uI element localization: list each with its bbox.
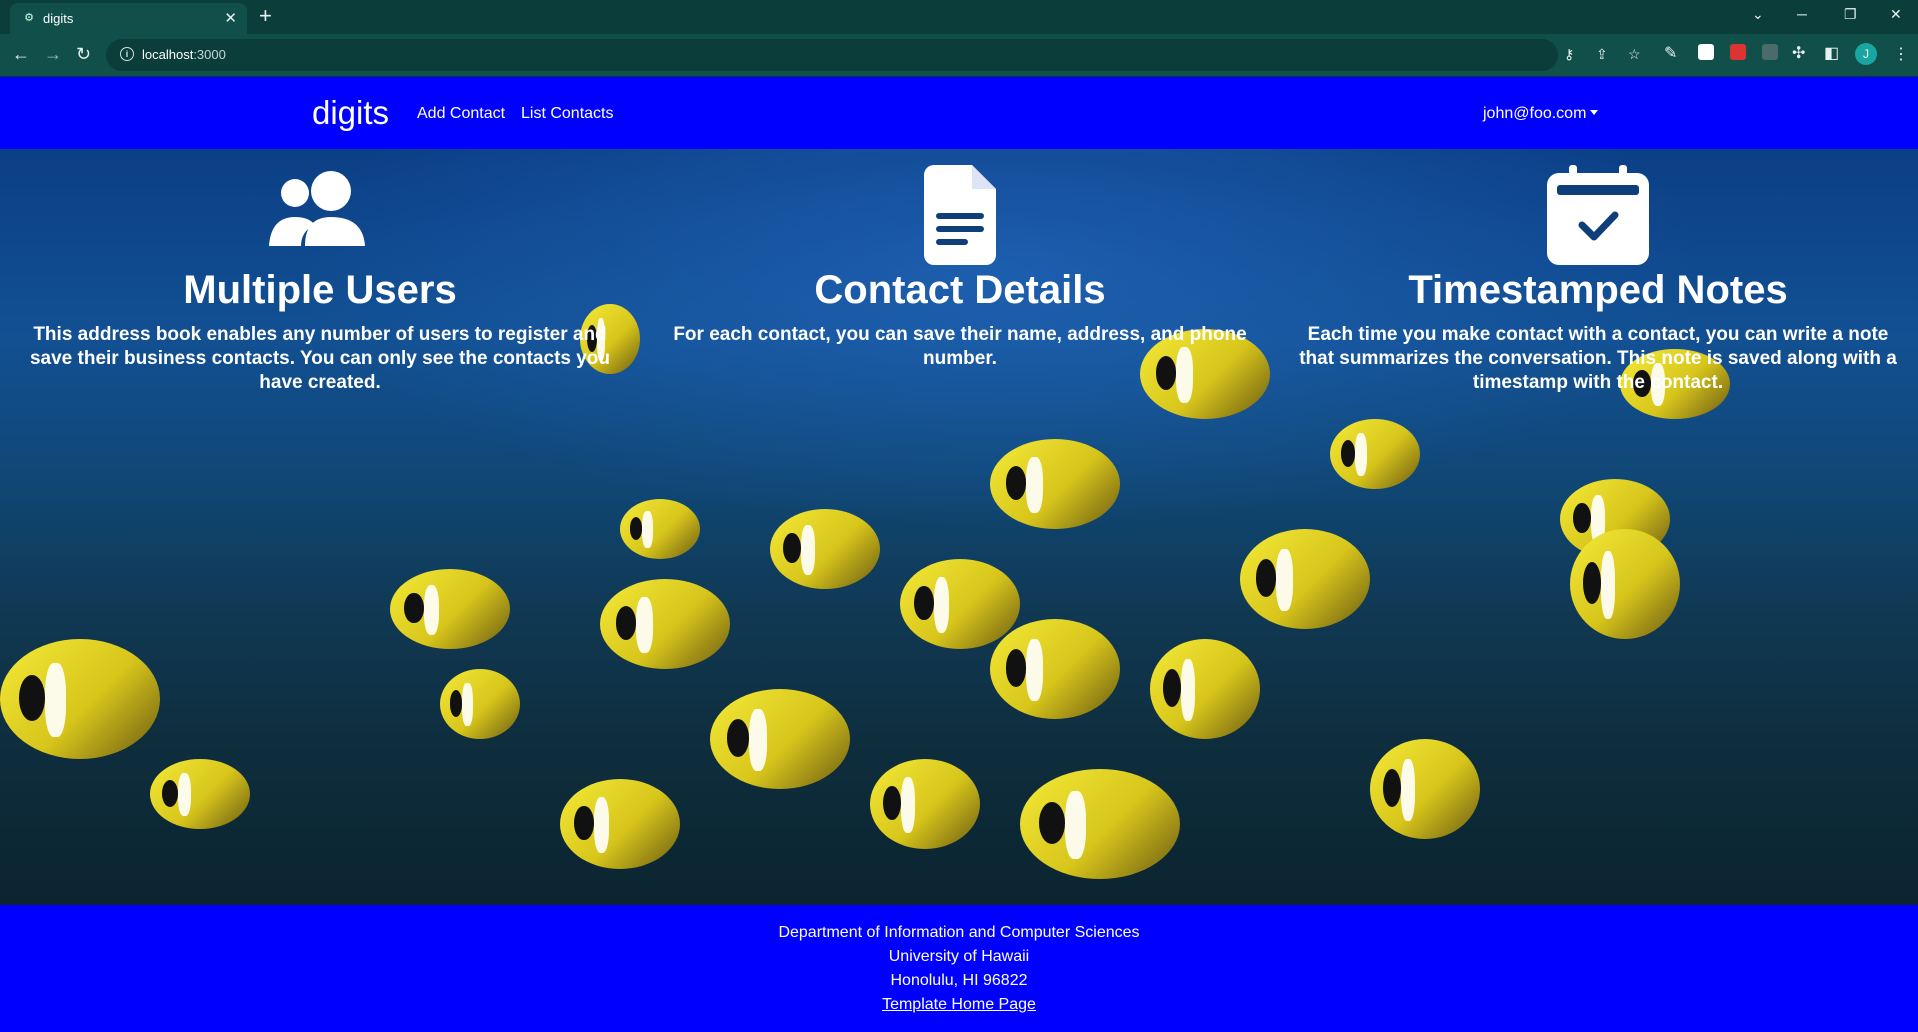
password-key-icon[interactable]: ⚷ — [1564, 46, 1574, 63]
url-text[interactable]: localhost:3000 — [142, 47, 226, 62]
feature-title: Multiple Users — [183, 268, 457, 312]
fish-image — [600, 579, 730, 669]
feature-title: Contact Details — [814, 268, 1106, 312]
browser-tab[interactable]: ⚙ digits ✕ — [10, 3, 247, 34]
new-tab-icon[interactable]: + — [259, 4, 272, 28]
fish-image — [770, 509, 880, 589]
close-tab-icon[interactable]: ✕ — [224, 9, 237, 27]
fish-image — [1330, 419, 1420, 489]
caret-down-icon — [1590, 110, 1599, 115]
user-email: john@foo.com — [1483, 105, 1587, 122]
fish-image — [150, 759, 250, 829]
feature-description: For each contact, you can save their nam… — [673, 324, 1247, 369]
menu-kebab-icon[interactable]: ⋮ — [1893, 44, 1909, 64]
profile-avatar[interactable]: J — [1855, 43, 1877, 65]
feature-description: This address book enables any number of … — [29, 324, 611, 393]
fish-image — [560, 779, 680, 869]
side-panel-icon[interactable]: ◧ — [1824, 44, 1839, 64]
feature-timestamped-notes: Timestamped Notes Each time you make con… — [1278, 149, 1918, 395]
user-dropdown[interactable]: john@foo.com — [1483, 105, 1599, 123]
back-icon[interactable]: ← — [12, 44, 30, 64]
nav-add-contact[interactable]: Add Contact — [417, 105, 505, 123]
fish-image — [1370, 739, 1480, 839]
footer-address: Honolulu, HI 96822 — [890, 972, 1028, 989]
calendar-check-icon — [1278, 165, 1918, 265]
fish-image — [390, 569, 510, 649]
fish-image — [870, 759, 980, 849]
site-info-icon[interactable]: i — [120, 47, 134, 61]
feature-description: Each time you make contact with a contac… — [1299, 324, 1897, 393]
file-document-icon — [640, 165, 1280, 265]
address-bar[interactable]: i localhost:3000 ⚷ ⇪ ☆ — [106, 39, 1641, 71]
page-footer: Department of Information and Computer S… — [0, 905, 1918, 1032]
feature-multiple-users: Multiple Users This address book enables… — [0, 149, 640, 395]
template-home-link[interactable]: Template Home Page — [882, 996, 1036, 1013]
fish-image — [620, 499, 700, 559]
extensions-puzzle-icon[interactable]: ✣ — [1792, 44, 1805, 64]
nav-list-contacts[interactable]: List Contacts — [521, 105, 613, 123]
brand-logo[interactable]: digits — [312, 93, 389, 133]
forward-icon[interactable]: → — [44, 44, 62, 64]
feature-title: Timestamped Notes — [1408, 268, 1788, 312]
share-icon[interactable]: ⇪ — [1596, 46, 1608, 63]
footer-department: Department of Information and Computer S… — [778, 924, 1140, 941]
minimize-icon[interactable]: ─ — [1797, 6, 1807, 22]
reload-icon[interactable]: ↻ — [76, 44, 91, 64]
tab-title: digits — [43, 11, 74, 26]
bookmark-star-icon[interactable]: ☆ — [1628, 46, 1641, 63]
fish-image — [0, 639, 160, 759]
extension-icon[interactable] — [1698, 44, 1714, 60]
extension-icon[interactable] — [1730, 44, 1746, 60]
fish-image — [440, 669, 520, 739]
fish-image — [990, 619, 1120, 719]
eyedropper-extension-icon[interactable]: ✎ — [1664, 44, 1677, 64]
top-navbar: digits Add Contact List Contacts john@fo… — [0, 77, 1918, 149]
fish-image — [1150, 639, 1260, 739]
footer-university: University of Hawaii — [888, 948, 1030, 965]
browser-tabbar: ⚙ digits ✕ + ⌄ ─ ❐ ✕ — [0, 0, 1918, 34]
fish-image — [1240, 529, 1370, 629]
fish-image — [900, 559, 1020, 649]
restore-icon[interactable]: ❐ — [1844, 6, 1857, 23]
fish-image — [1570, 529, 1680, 639]
browser-toolbar: ← → ↻ i localhost:3000 ⚷ ⇪ ☆ ✎ ✣ ◧ J ⋮ — [0, 34, 1918, 77]
fish-image — [1020, 769, 1180, 879]
tab-search-icon[interactable]: ⌄ — [1752, 6, 1764, 23]
close-window-icon[interactable]: ✕ — [1890, 6, 1902, 23]
landing-hero: Multiple Users This address book enables… — [0, 149, 1918, 905]
feature-contact-details: Contact Details For each contact, you ca… — [640, 149, 1280, 371]
fish-image — [990, 439, 1120, 529]
users-icon — [0, 165, 640, 265]
fish-image — [710, 689, 850, 789]
extension-icon[interactable] — [1762, 44, 1778, 60]
favicon-icon: ⚙ — [24, 12, 34, 24]
